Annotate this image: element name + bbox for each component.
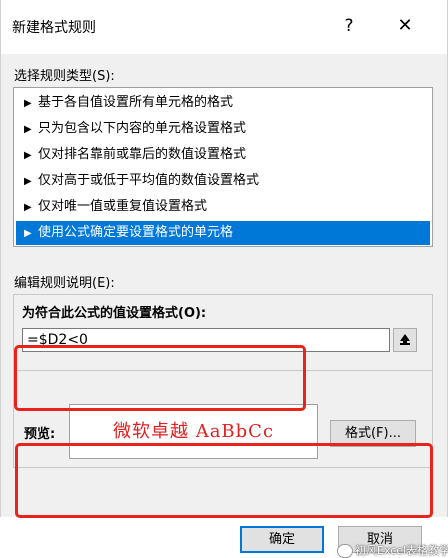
help-button[interactable]: ? (333, 10, 365, 42)
rule-type-item[interactable]: ▶ 基于各自值设置所有单元格的格式 (16, 91, 430, 115)
formula-label: 为符合此公式的值设置格式(O): (22, 306, 207, 321)
item-arrow-icon: ▶ (24, 98, 32, 109)
dialog-title: 新建格式规则 (12, 20, 96, 36)
rule-type-item-label: 使用公式确定要设置格式的单元格 (38, 225, 234, 240)
item-arrow-icon: ▶ (24, 202, 32, 213)
rule-type-item-selected[interactable]: ▶ 使用公式确定要设置格式的单元格 (16, 221, 430, 245)
watermark: 初风Excel表格教学 (355, 544, 448, 557)
rule-type-list[interactable]: ▶ 基于各自值设置所有单元格的格式 ▶ 只为包含以下内容的单元格设置格式 ▶ 仅对排名… (13, 87, 433, 247)
formula-highlight-box (14, 345, 306, 411)
rule-type-label: 选择规则类型(S): (14, 69, 115, 84)
rule-type-item-label: 基于各自值设置所有单元格的格式 (38, 95, 234, 110)
rule-type-item[interactable]: ▶ 仅对排名靠前或靠后的数值设置格式 (16, 143, 430, 167)
window-border-left (0, 0, 1, 517)
item-arrow-icon: ▶ (24, 150, 32, 161)
collapse-dialog-button[interactable] (393, 328, 417, 352)
dialog-body: 选择规则类型(S): ▶ 基于各自值设置所有单元格的格式 ▶ 只为包含以下内容的单元… (0, 54, 448, 558)
rule-type-item-label: 仅对高于或低于平均值的数值设置格式 (38, 173, 260, 188)
preview-highlight-box (15, 443, 433, 518)
preview-label: 预览: (24, 427, 56, 442)
ok-button[interactable]: 确定 (240, 526, 324, 553)
wechat-icon (337, 544, 353, 558)
item-arrow-icon: ▶ (24, 176, 32, 187)
upload-arrow-bar (400, 343, 410, 345)
rule-type-item-label: 仅对排名靠前或靠后的数值设置格式 (38, 147, 247, 162)
item-arrow-icon: ▶ (24, 228, 32, 239)
rule-type-item-label: 只为包含以下内容的单元格设置格式 (38, 121, 247, 136)
rule-desc-label: 编辑规则说明(E): (14, 276, 115, 291)
rule-type-item-label: 仅对唯一值或重复值设置格式 (38, 199, 208, 214)
title-bar: 新建格式规则 ? ✕ (0, 0, 448, 54)
item-arrow-icon: ▶ (24, 124, 32, 135)
rule-type-item[interactable]: ▶ 只为包含以下内容的单元格设置格式 (16, 117, 430, 141)
close-button[interactable]: ✕ (389, 10, 421, 42)
rule-type-item[interactable]: ▶ 仅对高于或低于平均值的数值设置格式 (16, 169, 430, 193)
rule-type-item[interactable]: ▶ 仅对唯一值或重复值设置格式 (16, 195, 430, 219)
